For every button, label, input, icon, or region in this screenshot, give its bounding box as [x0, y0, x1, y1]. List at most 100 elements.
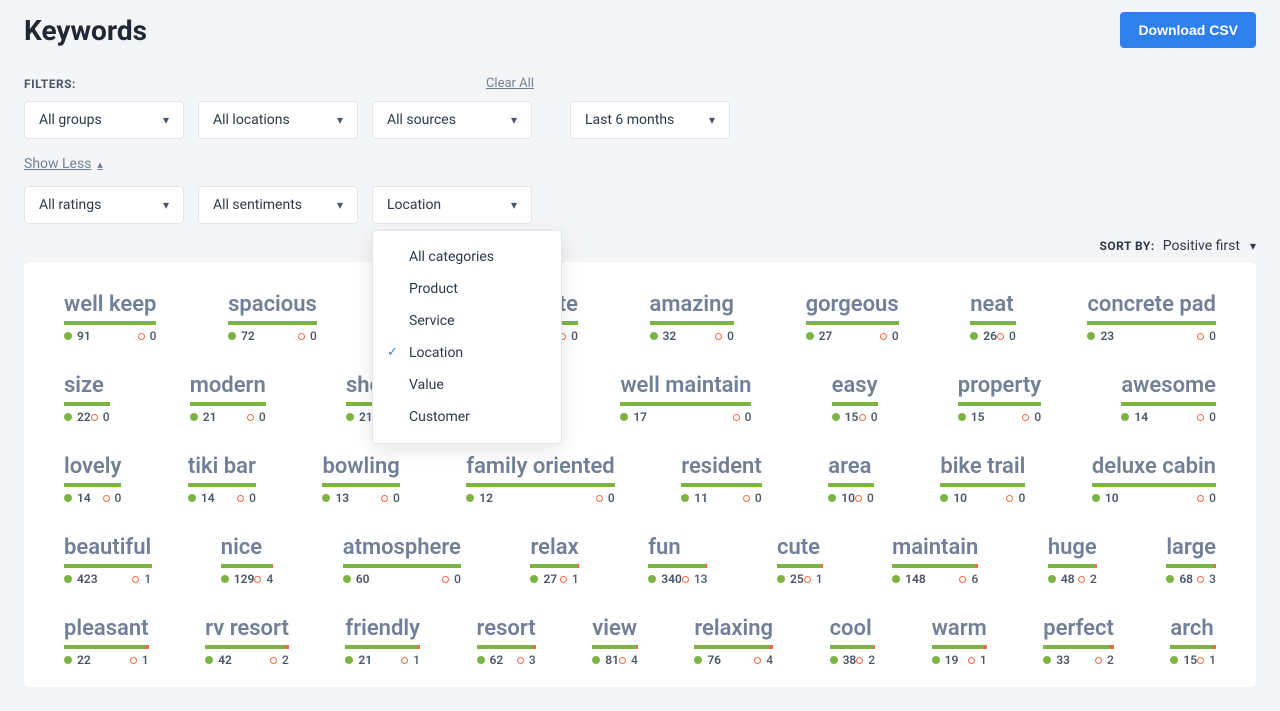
clear-all-link[interactable]: Clear All [486, 76, 534, 91]
keyword-item[interactable]: resort623 [477, 616, 536, 667]
keyword-negative-count: 0 [1197, 410, 1216, 424]
keyword-item[interactable]: arch151 [1170, 616, 1216, 667]
keyword-negative-count: 3 [517, 653, 536, 667]
keyword-item[interactable]: cute251 [777, 535, 823, 586]
positive-dot-icon [828, 494, 836, 502]
keyword-item[interactable]: well maintain170 [620, 373, 751, 424]
keyword-item[interactable]: rv resort422 [205, 616, 289, 667]
negative-dot-icon [859, 414, 866, 421]
chevron-down-icon: ▾ [1250, 239, 1256, 253]
negative-dot-icon [1197, 333, 1204, 340]
keyword-item[interactable]: property150 [958, 373, 1041, 424]
positive-dot-icon [188, 494, 196, 502]
keyword-bar [343, 564, 461, 568]
show-less-toggle[interactable]: Show Less ▴ [24, 156, 103, 172]
keyword-item[interactable]: nice1294 [221, 535, 273, 586]
keyword-item[interactable]: well keep910 [64, 292, 156, 343]
keyword-item[interactable]: modern210 [190, 373, 266, 424]
keyword-item[interactable]: warm191 [932, 616, 987, 667]
keyword-item[interactable]: cool382 [830, 616, 876, 667]
keyword-item[interactable]: gorgeous270 [806, 292, 899, 343]
dropdown-item[interactable]: All categories [373, 241, 561, 273]
download-csv-button[interactable]: Download CSV [1120, 12, 1256, 48]
keyword-item[interactable]: bike trail100 [940, 454, 1025, 505]
keyword-item[interactable]: concrete pad230 [1087, 292, 1216, 343]
keyword-item[interactable]: resident110 [681, 454, 761, 505]
negative-dot-icon [596, 495, 603, 502]
keyword-item[interactable]: awesome140 [1121, 373, 1216, 424]
keyword-positive-count: 148 [892, 572, 926, 586]
keyword-item[interactable]: relaxing764 [694, 616, 773, 667]
keyword-item[interactable]: large683 [1166, 535, 1216, 586]
keyword-item[interactable]: friendly211 [345, 616, 420, 667]
keyword-item[interactable]: fun34013 [648, 535, 707, 586]
dropdown-item[interactable]: Product [373, 273, 561, 305]
keyword-word: large [1166, 535, 1216, 560]
keyword-item[interactable]: spacious720 [228, 292, 317, 343]
filter-select[interactable]: All groups▾ [24, 101, 184, 139]
filter-select[interactable]: All sources▾ [372, 101, 532, 139]
keyword-word: easy [832, 373, 878, 398]
filter-select[interactable]: All ratings▾ [24, 186, 184, 224]
keyword-word: pleasant [64, 616, 149, 641]
negative-dot-icon [997, 333, 1004, 340]
keyword-item[interactable]: bowling130 [322, 454, 399, 505]
filter-select[interactable]: All locations▾ [198, 101, 358, 139]
keyword-negative-count: 4 [619, 653, 638, 667]
keyword-item[interactable]: view814 [592, 616, 638, 667]
filter-select[interactable]: Last 6 months▾ [570, 101, 730, 139]
negative-dot-icon [381, 495, 388, 502]
negative-dot-icon [856, 657, 863, 664]
keyword-positive-count: 423 [64, 572, 98, 586]
dropdown-item[interactable]: Value [373, 369, 561, 401]
keyword-positive-count: 21 [345, 653, 372, 667]
filter-select[interactable]: All sentiments▾ [198, 186, 358, 224]
keyword-negative-count: 1 [560, 572, 579, 586]
dropdown-item[interactable]: Location [373, 337, 561, 369]
keyword-item[interactable]: family oriented120 [466, 454, 614, 505]
keyword-item[interactable]: perfect332 [1043, 616, 1114, 667]
positive-dot-icon [346, 413, 354, 421]
keyword-item[interactable]: deluxe cabin100 [1092, 454, 1216, 505]
positive-dot-icon [832, 413, 840, 421]
negative-dot-icon [855, 495, 862, 502]
chevron-down-icon: ▾ [511, 113, 517, 127]
keyword-positive-count: 22 [64, 410, 91, 424]
keyword-item[interactable]: beautiful4231 [64, 535, 151, 586]
keyword-item[interactable]: area100 [828, 454, 874, 505]
keyword-positive-count: 68 [1166, 572, 1193, 586]
keyword-negative-count: 0 [596, 491, 615, 505]
keyword-item[interactable]: maintain1486 [892, 535, 978, 586]
keyword-item[interactable]: amazing320 [650, 292, 734, 343]
keyword-word: bowling [322, 454, 399, 479]
keyword-positive-count: 62 [477, 653, 504, 667]
keyword-word: cute [777, 535, 823, 560]
keyword-item[interactable]: atmosphere600 [343, 535, 461, 586]
keyword-positive-count: 129 [221, 572, 255, 586]
keyword-item[interactable]: easy150 [832, 373, 878, 424]
filter-select-label: All sentiments [213, 197, 302, 213]
keyword-item[interactable]: relax271 [530, 535, 578, 586]
keyword-bar [958, 402, 1041, 406]
category-filter-select[interactable]: Location▾ [372, 186, 532, 224]
keyword-negative-count: 0 [91, 410, 110, 424]
positive-dot-icon [205, 656, 213, 664]
filter-select-label: Last 6 months [585, 112, 674, 128]
keyword-item[interactable]: size220 [64, 373, 110, 424]
negative-dot-icon [138, 333, 145, 340]
positive-dot-icon [830, 656, 838, 664]
dropdown-item[interactable]: Customer [373, 401, 561, 433]
keyword-item[interactable]: huge482 [1048, 535, 1097, 586]
sort-by-select[interactable]: Positive first ▾ [1163, 238, 1256, 254]
dropdown-item[interactable]: Service [373, 305, 561, 337]
keyword-bar [932, 645, 987, 649]
keyword-item[interactable]: lovely140 [64, 454, 121, 505]
keyword-positive-count: 340 [648, 572, 682, 586]
keyword-item[interactable]: pleasant221 [64, 616, 149, 667]
keyword-negative-count: 0 [855, 491, 874, 505]
keyword-item[interactable]: tiki bar140 [188, 454, 256, 505]
keyword-positive-count: 17 [620, 410, 647, 424]
keyword-negative-count: 0 [442, 572, 461, 586]
keyword-word: friendly [345, 616, 420, 641]
keyword-item[interactable]: neat260 [970, 292, 1016, 343]
